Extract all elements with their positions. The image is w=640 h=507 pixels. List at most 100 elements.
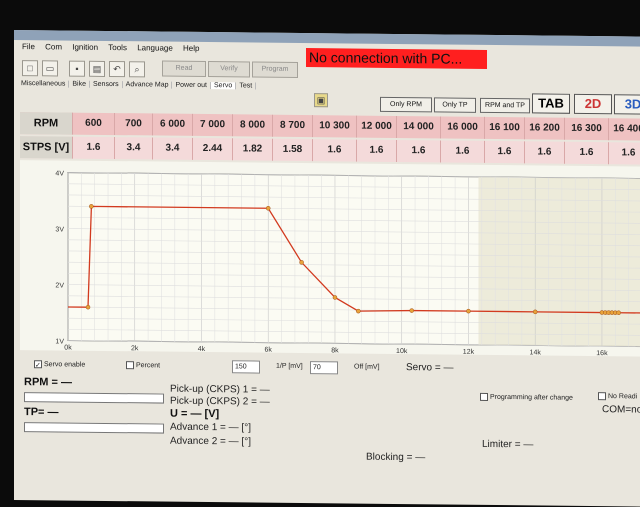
menu-help[interactable]: Help — [183, 44, 199, 53]
only-tp-button[interactable]: Only TP — [434, 97, 476, 112]
pickup1-readout: Pick-up (CKPS) 1 = — — [170, 384, 270, 396]
copy-icon[interactable]: ▣ — [314, 93, 328, 107]
data-point — [266, 206, 270, 210]
rpm-cell[interactable]: 12 000 — [356, 116, 396, 138]
servo-enable-checkbox[interactable]: ✓Servo enable — [34, 360, 85, 369]
menu-language[interactable]: Language — [137, 43, 173, 52]
table-view-button[interactable]: TAB — [532, 93, 570, 113]
rpm-cell[interactable]: 16 100 — [484, 117, 524, 139]
stps-cell[interactable]: 1.6 — [608, 142, 640, 164]
y-tick-label: 3V — [55, 226, 64, 233]
rpm-cell[interactable]: 16 200 — [524, 117, 564, 139]
read-button[interactable]: Read — [162, 61, 206, 77]
stps-cell[interactable]: 1.6 — [312, 139, 356, 161]
data-point — [533, 310, 537, 314]
rpm-cell[interactable]: 16 000 — [440, 116, 484, 138]
menu-tools[interactable]: Tools — [108, 43, 127, 52]
rpm-cell[interactable]: 14 000 — [396, 116, 440, 138]
rpm-cell[interactable]: 700 — [114, 113, 152, 135]
no-read-check[interactable] — [598, 392, 606, 400]
data-point — [86, 305, 90, 309]
rpm-cell[interactable]: 16 300 — [564, 118, 608, 140]
open-folder-icon[interactable]: ▭ — [42, 60, 58, 76]
com-readout: COM=no — [602, 404, 640, 415]
app-window: File Com Ignition Tools Language Help □ … — [14, 30, 640, 507]
shaded-region — [478, 177, 640, 347]
rpm-cell[interactable]: 16 400 — [608, 118, 640, 140]
servo-enable-check[interactable]: ✓ — [34, 360, 42, 368]
servo-curve-chart[interactable]: 0k2k4k6k8k10k12k14k16k1V2V3V4V — [20, 160, 640, 357]
programming-after-change-label: Programming after change — [490, 394, 573, 402]
zoom-icon[interactable]: ⌕ — [129, 61, 145, 77]
save-icon[interactable]: ▪ — [69, 61, 85, 77]
tab-miscellaneous[interactable]: Miscellaneous — [18, 80, 69, 88]
tab-power-out[interactable]: Power out — [172, 82, 211, 89]
advance2-readout: Advance 2 = — [°] — [170, 436, 251, 448]
data-point — [410, 309, 414, 313]
pickup2-readout: Pick-up (CKPS) 2 = — — [170, 396, 270, 408]
3d-view-button[interactable]: 3D — [614, 94, 640, 114]
2d-view-button[interactable]: 2D — [574, 94, 612, 114]
menu-ignition[interactable]: Ignition — [72, 43, 98, 52]
only-rpm-button[interactable]: Only RPM — [380, 97, 432, 113]
tab-bike[interactable]: Bike — [69, 81, 90, 88]
print-icon[interactable]: ▤ — [89, 61, 105, 77]
data-point — [333, 295, 337, 299]
tab-advance-map[interactable]: Advance Map — [123, 81, 173, 89]
stps-cell[interactable]: 1.6 — [356, 140, 396, 162]
verify-button[interactable]: Verify — [208, 61, 250, 77]
rpm-cell[interactable]: 10 300 — [312, 115, 356, 137]
stps-row-header: STPS [V] — [20, 136, 72, 159]
rpm-cell[interactable]: 6 000 — [152, 113, 192, 135]
rpm-and-tp-button[interactable]: RPM and TP — [480, 98, 530, 114]
rpm-cell[interactable]: 8 000 — [232, 114, 272, 136]
new-file-icon[interactable]: □ — [22, 60, 38, 76]
stps-cell[interactable]: 1.6 — [564, 142, 608, 164]
tab-servo[interactable]: Servo — [211, 82, 236, 89]
tp-bar — [24, 422, 164, 433]
y-tick-label: 1V — [55, 338, 64, 345]
off-value-input[interactable]: 70 — [310, 361, 338, 374]
connection-status-banner: No connection with PC... — [306, 48, 487, 69]
rpm-cell[interactable]: 8 700 — [272, 115, 312, 137]
percent-checkbox[interactable]: Percent — [126, 361, 160, 369]
stps-cell[interactable]: 1.6 — [440, 140, 484, 162]
menu-file[interactable]: File — [22, 42, 35, 51]
no-read-label: No Readi — [608, 393, 637, 400]
data-point — [466, 309, 470, 313]
chart-svg: 0k2k4k6k8k10k12k14k16k1V2V3V4V — [20, 160, 640, 357]
stps-cell[interactable]: 1.6 — [484, 141, 524, 163]
programming-after-change-checkbox[interactable]: Programming after change — [480, 393, 573, 402]
rpm-bar — [24, 392, 164, 403]
rpm-readout: RPM = — — [24, 376, 72, 389]
stps-cell[interactable]: 2.44 — [192, 138, 232, 160]
servo-status: Servo = — — [406, 362, 454, 373]
data-point — [356, 309, 360, 313]
percent-check[interactable] — [126, 361, 134, 369]
stps-cell[interactable]: 1.6 — [524, 141, 564, 163]
stps-cell[interactable]: 1.6 — [72, 137, 114, 159]
undo-icon[interactable]: ↶ — [109, 61, 125, 77]
stps-cell[interactable]: 3.4 — [152, 137, 192, 159]
data-point — [89, 204, 93, 208]
program-button[interactable]: Program — [252, 61, 298, 77]
tp-readout: TP= — — [24, 406, 59, 418]
blocking-readout: Blocking = — — [366, 452, 425, 464]
tab-sensors[interactable]: Sensors — [90, 81, 123, 88]
off-value-label: Off [mV] — [354, 364, 380, 371]
rpm-row-header: RPM — [20, 112, 72, 135]
rpm-cell[interactable]: 7 000 — [192, 114, 232, 136]
programming-after-change-check[interactable] — [480, 393, 488, 401]
stps-cell[interactable]: 1.58 — [272, 139, 312, 161]
percent-label: Percent — [136, 362, 160, 369]
p-value-input[interactable]: 150 — [232, 360, 260, 373]
no-read-checkbox[interactable]: No Readi — [598, 392, 637, 400]
y-tick-label: 4V — [55, 170, 64, 177]
p-value-label: 1/P [mV] — [276, 363, 303, 370]
stps-cell[interactable]: 1.6 — [396, 140, 440, 162]
rpm-cell[interactable]: 600 — [72, 113, 114, 135]
stps-cell[interactable]: 1.82 — [232, 138, 272, 160]
stps-cell[interactable]: 3.4 — [114, 137, 152, 159]
tab-test[interactable]: Test — [236, 82, 256, 89]
menu-com[interactable]: Com — [45, 42, 62, 51]
